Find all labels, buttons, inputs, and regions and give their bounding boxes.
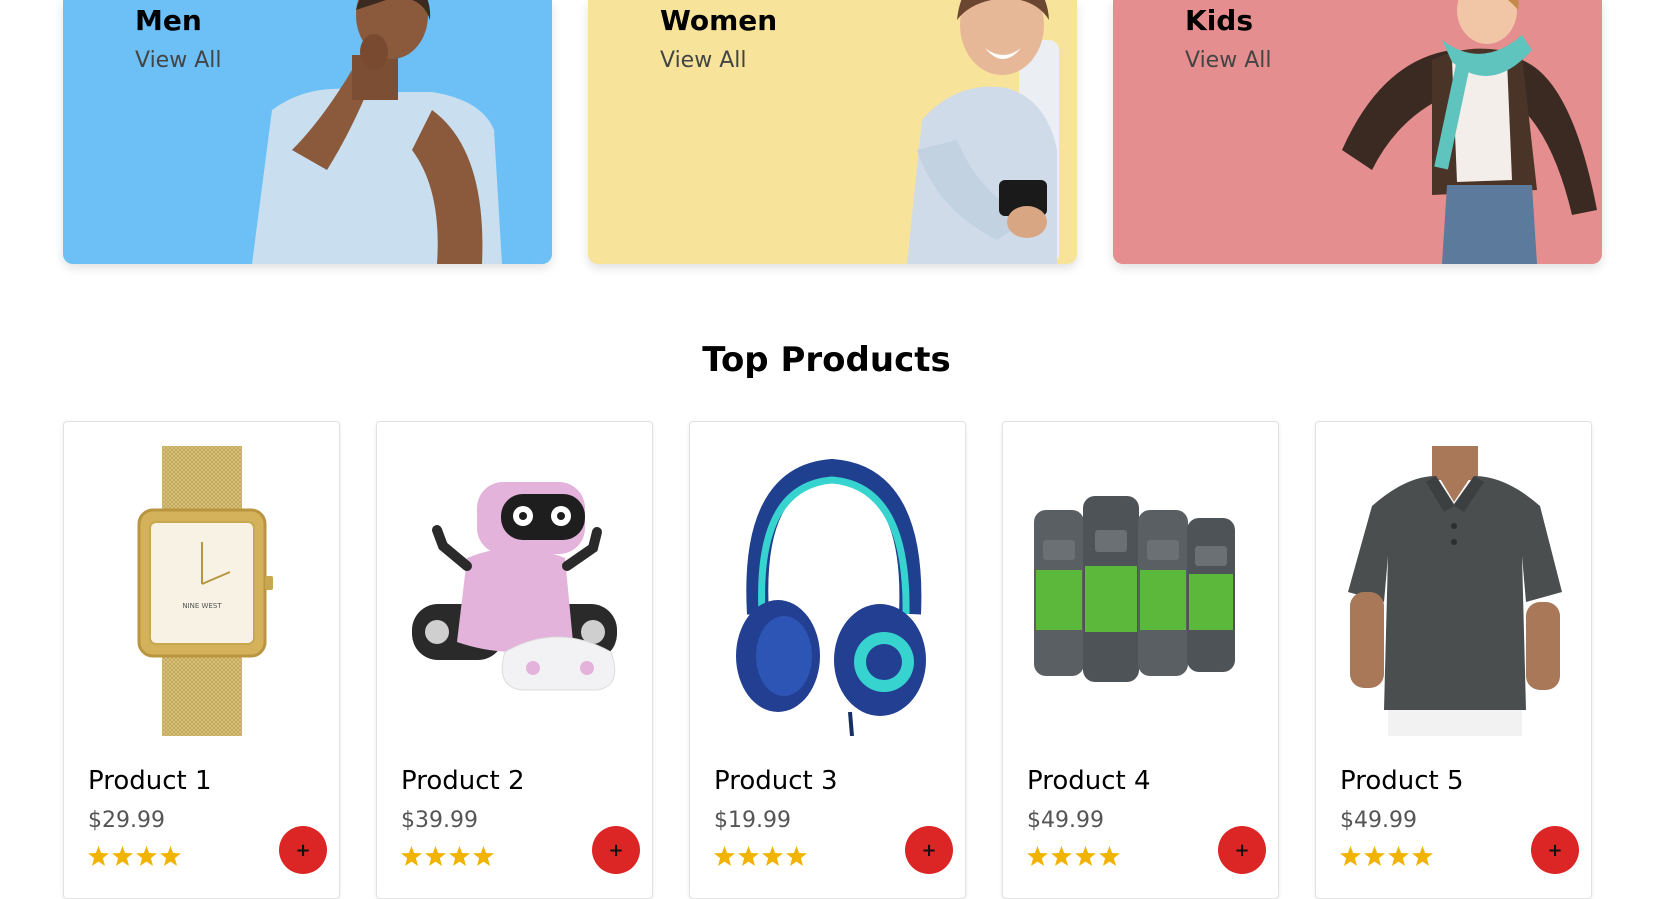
gold-watch-image: NINE WEST [137, 446, 273, 736]
star-icon [1099, 846, 1120, 866]
category-title: Women [660, 4, 778, 37]
pink-robot-toy-image [412, 482, 617, 691]
category-card-men[interactable]: Men View All [63, 0, 552, 264]
star-icon [738, 846, 759, 866]
star-icon [1027, 846, 1048, 866]
product-price: $49.99 [1027, 808, 1104, 833]
add-to-cart-button[interactable]: + [905, 826, 953, 874]
star-icon [136, 846, 157, 866]
add-to-cart-button[interactable]: + [1531, 826, 1579, 874]
star-icon [88, 846, 109, 866]
star-icon [112, 846, 133, 866]
star-icon [1051, 846, 1072, 866]
product-price: $19.99 [714, 808, 791, 833]
star-icon [786, 846, 807, 866]
category-card-kids[interactable]: Kids View All [1113, 0, 1602, 264]
product-card[interactable]: Product 3 $19.99 + [689, 421, 966, 899]
star-icon [160, 846, 181, 866]
product-name: Product 2 [401, 766, 525, 796]
product-price: $49.99 [1340, 808, 1417, 833]
star-icon [1388, 846, 1409, 866]
page: Men View All Women View All Kids View Al… [0, 0, 1653, 899]
product-card[interactable]: NINE WEST Product 1 $29.99 + [63, 421, 340, 899]
star-icon [762, 846, 783, 866]
star-icon [473, 846, 494, 866]
star-rating [401, 846, 494, 866]
svg-text:NINE WEST: NINE WEST [182, 602, 222, 610]
star-icon [401, 846, 422, 866]
product-card[interactable]: Product 5 $49.99 + [1315, 421, 1592, 899]
product-name: Product 4 [1027, 766, 1151, 796]
product-card[interactable]: Product 4 $49.99 + [1002, 421, 1279, 899]
product-price: $29.99 [88, 808, 165, 833]
star-icon [1075, 846, 1096, 866]
product-price: $39.99 [401, 808, 478, 833]
category-row: Men View All Women View All Kids View Al… [63, 0, 1604, 264]
view-all-link[interactable]: View All [135, 48, 221, 73]
star-rating [714, 846, 807, 866]
star-rating [1027, 846, 1120, 866]
kid-jumping-photo [1342, 0, 1597, 264]
star-rating [88, 846, 181, 866]
category-title: Kids [1185, 4, 1254, 37]
category-card-women[interactable]: Women View All [588, 0, 1077, 264]
product-name: Product 1 [88, 766, 212, 796]
star-icon [1340, 846, 1361, 866]
star-rating [1340, 846, 1433, 866]
product-grid: NINE WEST Product 1 $29.99 + Product 2 $… [63, 421, 1604, 899]
product-card[interactable]: Product 2 $39.99 + [376, 421, 653, 899]
star-icon [449, 846, 470, 866]
section-title: Top Products [702, 340, 951, 380]
add-to-cart-button[interactable]: + [1218, 826, 1266, 874]
category-title: Men [135, 4, 202, 37]
product-name: Product 5 [1340, 766, 1464, 796]
man-thinking-photo [252, 0, 502, 264]
view-all-link[interactable]: View All [660, 48, 746, 73]
view-all-link[interactable]: View All [1185, 48, 1271, 73]
product-name: Product 3 [714, 766, 838, 796]
gray-polo-shirt-image [1348, 446, 1562, 736]
add-to-cart-button[interactable]: + [279, 826, 327, 874]
star-icon [1412, 846, 1433, 866]
star-icon [714, 846, 735, 866]
body-wash-bottles-image [1034, 496, 1235, 682]
add-to-cart-button[interactable]: + [592, 826, 640, 874]
star-icon [1364, 846, 1385, 866]
blue-headphones-image [736, 458, 926, 736]
star-icon [425, 846, 446, 866]
woman-with-phone-photo [907, 0, 1059, 264]
